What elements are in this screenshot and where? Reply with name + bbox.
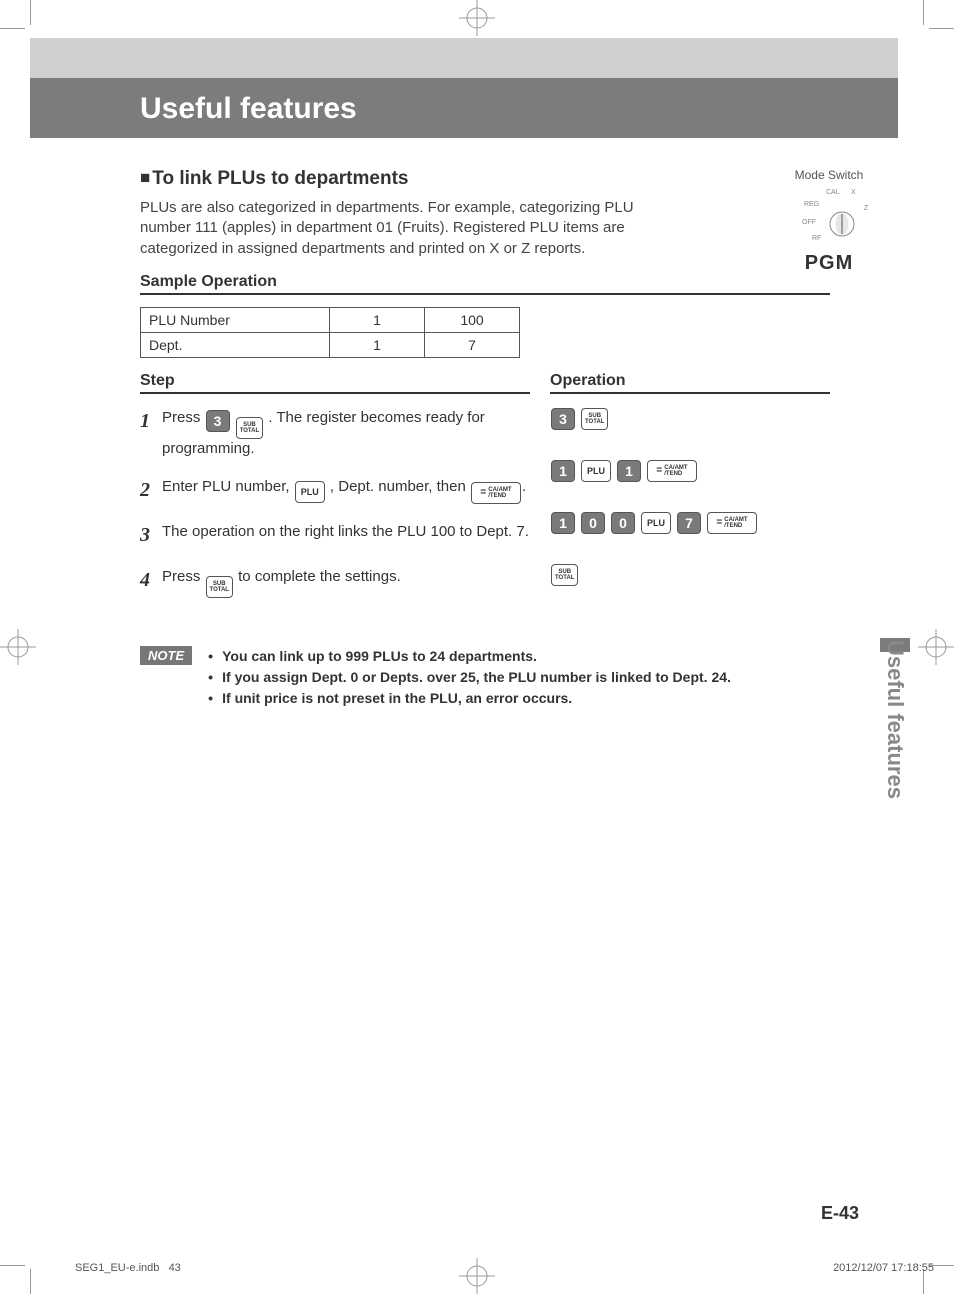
subtotal-key-icon: SUBTOTAL — [551, 564, 578, 586]
registration-mark-icon — [918, 629, 954, 665]
step-text: The operation on the right links the PLU… — [162, 522, 530, 542]
table-row: Dept. 1 7 — [141, 332, 520, 357]
step-row: 2Enter PLU number, PLU , Dept. number, t… — [140, 477, 530, 504]
numeric-key-icon: 7 — [677, 512, 701, 534]
note-badge: NOTE — [140, 646, 192, 665]
registration-mark-icon — [0, 629, 36, 665]
numeric-key-icon: 1 — [551, 512, 575, 534]
numeric-key-icon: 1 — [551, 460, 575, 482]
step-row: 3The operation on the right links the PL… — [140, 522, 530, 549]
crop-mark — [0, 28, 25, 29]
step-number: 2 — [140, 477, 162, 504]
page-number: E-43 — [821, 1203, 859, 1224]
step-text: Press SUBTOTAL to complete the settings. — [162, 567, 530, 598]
page-title: Useful features — [140, 92, 357, 126]
crop-mark — [30, 0, 31, 25]
step-column-heading: Step — [140, 372, 530, 394]
operation-row: 100PLU7=CA/AMT/TEND — [550, 512, 830, 534]
footer-left: SEG1_EU-e.indb 43 — [75, 1262, 181, 1274]
section-heading: To link PLUs to departments — [140, 168, 830, 190]
table-cell: 100 — [425, 307, 520, 332]
registration-mark-icon — [459, 1258, 495, 1294]
header-band-light — [30, 38, 898, 78]
table-cell: 1 — [330, 307, 425, 332]
step-text: Press 3 SUBTOTAL . The register becomes … — [162, 408, 530, 459]
numeric-key-icon: 3 — [551, 408, 575, 430]
subtotal-key-icon: SUBTOTAL — [206, 576, 233, 598]
crop-mark — [0, 1265, 25, 1266]
sample-operation-heading: Sample Operation — [140, 273, 830, 295]
plu-key-icon: PLU — [581, 460, 611, 482]
numeric-key-icon: 0 — [611, 512, 635, 534]
numeric-key-icon: 0 — [581, 512, 605, 534]
note-item: If unit price is not preset in the PLU, … — [208, 688, 731, 709]
footer-right: 2012/12/07 17:18:55 — [833, 1262, 934, 1274]
note-item: You can link up to 999 PLUs to 24 depart… — [208, 646, 731, 667]
plu-key-icon: PLU — [641, 512, 671, 534]
operation-column-heading: Operation — [550, 372, 830, 394]
crop-mark — [30, 1269, 31, 1294]
table-cell: 7 — [425, 332, 520, 357]
operation-row: SUBTOTAL — [550, 564, 830, 586]
operation-row: 1 PLU 1 =CA/AMT/TEND — [550, 460, 830, 482]
ca-amt-tend-key-icon: =CA/AMT/TEND — [471, 482, 521, 504]
table-row: PLU Number 1 100 — [141, 307, 520, 332]
numeric-key-icon: 1 — [617, 460, 641, 482]
ca-amt-tend-key-icon: =CA/AMT/TEND — [647, 460, 697, 482]
step-number: 1 — [140, 408, 162, 435]
crop-mark — [923, 0, 924, 25]
svg-text:X: X — [851, 189, 856, 196]
numeric-key-icon: 3 — [206, 410, 230, 432]
table-cell: 1 — [330, 332, 425, 357]
step-row: 4Press SUBTOTAL to complete the settings… — [140, 567, 530, 598]
step-text: Enter PLU number, PLU , Dept. number, th… — [162, 477, 530, 504]
step-row: 1Press 3 SUBTOTAL . The register becomes… — [140, 408, 530, 459]
note-list: You can link up to 999 PLUs to 24 depart… — [208, 646, 731, 709]
note-item: If you assign Dept. 0 or Depts. over 25,… — [208, 667, 731, 688]
step-number: 3 — [140, 522, 162, 549]
subtotal-key-icon: SUBTOTAL — [236, 417, 263, 439]
side-tab-label: Useful features — [880, 640, 910, 860]
registration-mark-icon — [459, 0, 495, 36]
section-intro: PLUs are also categorized in departments… — [140, 198, 660, 259]
ca-amt-tend-key-icon: =CA/AMT/TEND — [707, 512, 757, 534]
plu-key-icon: PLU — [295, 481, 325, 503]
sample-table: PLU Number 1 100 Dept. 1 7 — [140, 307, 520, 358]
subtotal-key-icon: SUBTOTAL — [581, 408, 608, 430]
crop-mark — [929, 28, 954, 29]
table-cell-label: PLU Number — [141, 307, 330, 332]
table-cell-label: Dept. — [141, 332, 330, 357]
operation-row: 3 SUBTOTAL — [550, 408, 830, 430]
svg-text:Z: Z — [864, 205, 869, 212]
step-number: 4 — [140, 567, 162, 594]
